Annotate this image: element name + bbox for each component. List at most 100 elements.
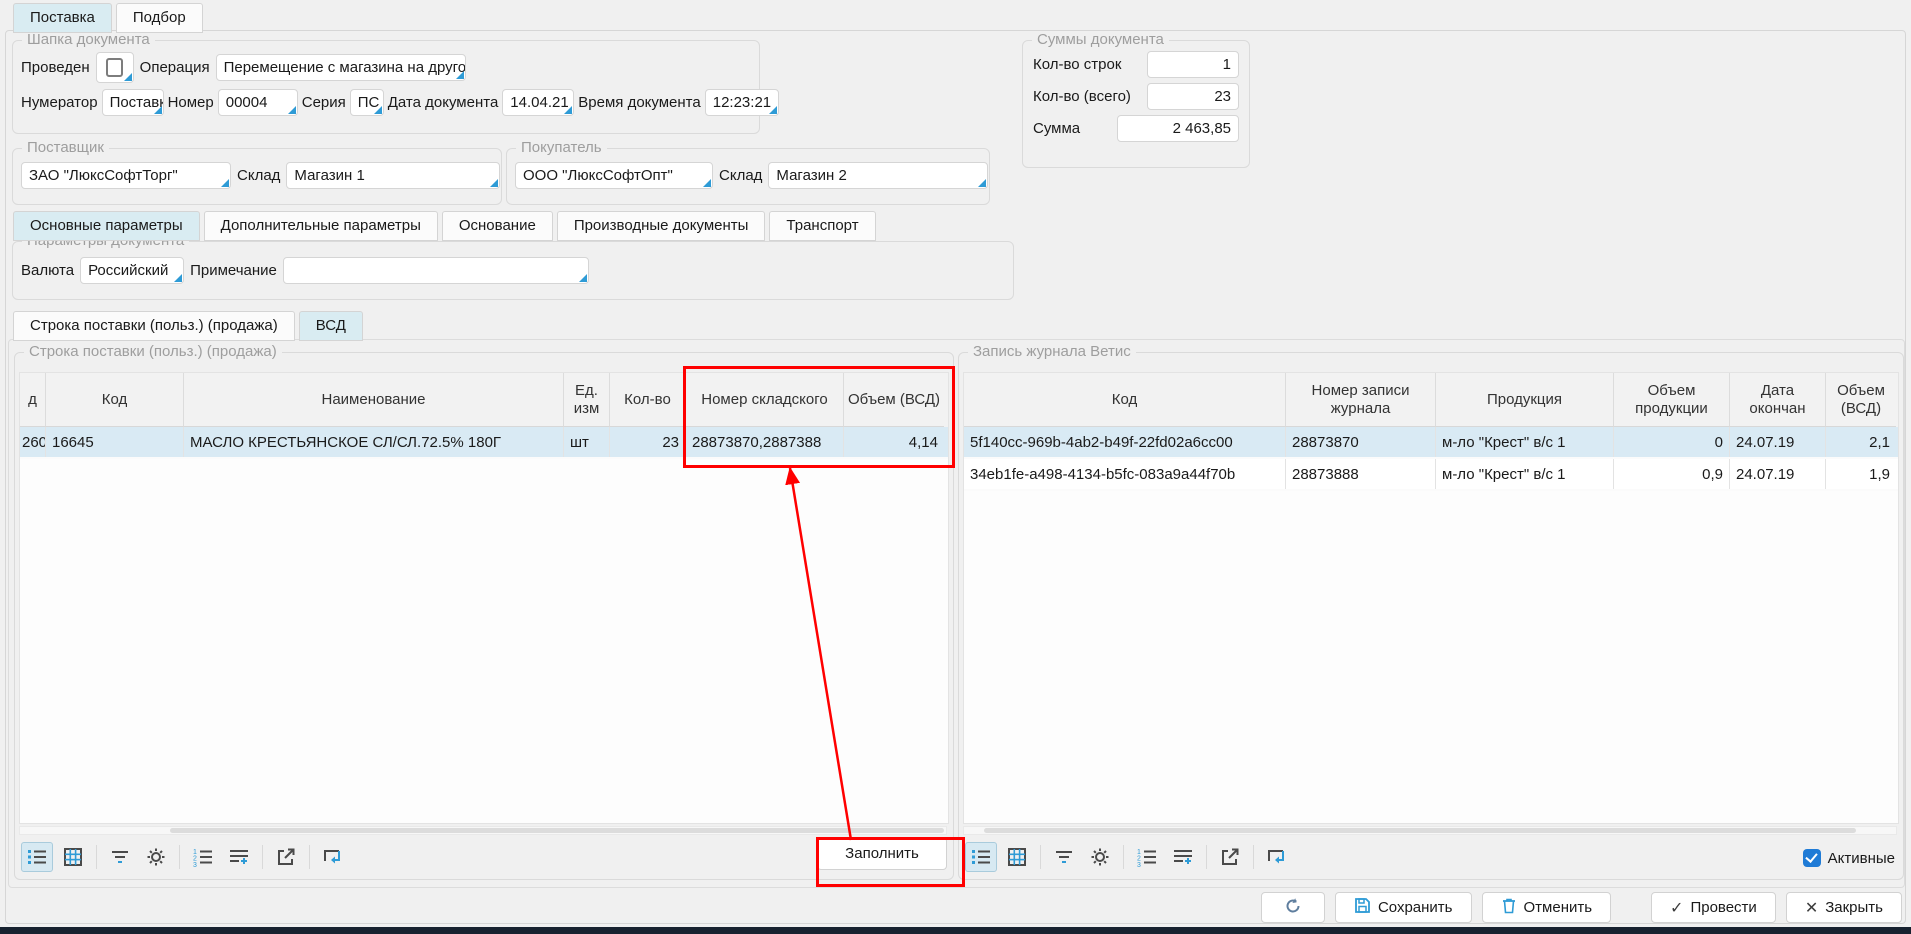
table-row[interactable]: 5f140cc-969b-4ab2-b49f-22fd02a6cc00 2887… xyxy=(964,427,1898,459)
currency-input[interactable]: Российский xyxy=(80,257,184,284)
buyer-warehouse-input[interactable]: Магазин 2 xyxy=(768,162,988,189)
conduct-button[interactable]: ✓ Провести xyxy=(1651,892,1776,923)
toolbar-separator xyxy=(309,845,310,869)
numerator-input[interactable]: Поставки xyxy=(102,89,164,116)
column-header[interactable]: Объем (ВСД) xyxy=(1826,373,1896,427)
active-checkbox-label: Активные xyxy=(1828,850,1895,867)
proveden-label: Проведен xyxy=(21,59,90,76)
column-header[interactable]: Код xyxy=(46,373,184,427)
close-button[interactable]: ✕ Закрыть xyxy=(1786,892,1902,923)
gear-icon[interactable] xyxy=(1084,842,1116,872)
cancel-button[interactable]: Отменить xyxy=(1482,892,1612,923)
grid-icon[interactable] xyxy=(57,842,89,872)
cell-volume-vsd: 2,1 xyxy=(1826,427,1896,457)
scrollbar-thumb[interactable] xyxy=(170,828,944,833)
column-header[interactable]: Кол-во xyxy=(610,373,686,427)
list-view-icon[interactable] xyxy=(965,842,997,872)
toolbar-separator xyxy=(179,845,180,869)
top-tabbar: Поставка Подбор xyxy=(13,3,203,33)
cell-code: 16645 xyxy=(46,427,184,457)
window-bottom-edge xyxy=(0,927,1911,934)
tab-basis[interactable]: Основание xyxy=(442,211,553,241)
column-header[interactable]: Номер записи журнала xyxy=(1286,373,1436,427)
horizontal-scrollbar[interactable] xyxy=(19,826,947,835)
buyer-org-input[interactable]: ООО "ЛюксСофтОпт" xyxy=(515,162,713,189)
toolbar-separator xyxy=(1253,845,1254,869)
gear-icon[interactable] xyxy=(140,842,172,872)
tab-vsd[interactable]: ВСД xyxy=(299,311,363,341)
list-view-icon[interactable] xyxy=(21,842,53,872)
rows-count-label: Кол-во строк xyxy=(1033,56,1121,73)
column-header[interactable]: Объем (ВСД) xyxy=(844,373,944,427)
checkmark-icon: ✓ xyxy=(1670,898,1683,918)
sum-label: Сумма xyxy=(1033,120,1080,137)
sums-groupbox: Суммы документа Кол-во строк 1 Кол-во (в… xyxy=(1022,40,1250,168)
column-header[interactable]: Ед. изм xyxy=(564,373,610,427)
tab-transport[interactable]: Транспорт xyxy=(769,211,875,241)
table-row[interactable]: 260 16645 МАСЛО КРЕСТЬЯНСКОЕ СЛ/СЛ.72.5%… xyxy=(20,427,948,459)
bottom-action-bar: Сохранить Отменить ✓ Провести ✕ Закрыть xyxy=(1261,892,1902,923)
column-header[interactable]: Дата окончан xyxy=(1730,373,1826,427)
column-header[interactable]: Номер складского xyxy=(686,373,844,427)
open-external-icon[interactable] xyxy=(270,842,302,872)
numbered-list-icon[interactable]: 123 xyxy=(1131,842,1163,872)
filter-icon[interactable] xyxy=(1048,842,1080,872)
proveden-checkbox[interactable] xyxy=(96,52,134,83)
vetis-journal-groupbox: Запись журнала Ветис Код Номер записи жу… xyxy=(958,352,1904,880)
numbered-list-icon[interactable]: 123 xyxy=(187,842,219,872)
conduct-button-label: Провести xyxy=(1690,899,1756,916)
column-header[interactable]: Код xyxy=(964,373,1286,427)
column-header[interactable]: Продукция xyxy=(1436,373,1614,427)
toolbar-separator xyxy=(96,845,97,869)
rows-count-input[interactable]: 1 xyxy=(1147,51,1239,78)
doc-time-input[interactable]: 12:23:21 xyxy=(705,89,779,116)
sum-input[interactable]: 2 463,85 xyxy=(1117,115,1239,142)
table-row[interactable]: 34eb1fe-a498-4134-b5fc-083a9a44f70b 2887… xyxy=(964,459,1898,491)
numerator-label: Нумератор xyxy=(21,94,98,111)
active-checkbox[interactable] xyxy=(1803,849,1821,867)
number-input[interactable]: 00004 xyxy=(218,89,298,116)
tab-derived-docs[interactable]: Производные документы xyxy=(557,211,766,241)
cell-guid: 5f140cc-969b-4ab2-b49f-22fd02a6cc00 xyxy=(964,427,1286,457)
trash-icon xyxy=(1501,897,1517,918)
tab-main-params[interactable]: Основные параметры xyxy=(13,211,200,241)
column-header[interactable]: д xyxy=(20,373,46,427)
save-button-label: Сохранить xyxy=(1378,899,1453,916)
refill-icon[interactable] xyxy=(1261,842,1293,872)
cell-guid: 34eb1fe-a498-4134-b5fc-083a9a44f70b xyxy=(964,459,1286,489)
header-groupbox: Шапка документа Проведен Операция Переме… xyxy=(12,40,760,134)
tab-additional-params[interactable]: Дополнительные параметры xyxy=(204,211,438,241)
qty-total-input[interactable]: 23 xyxy=(1147,83,1239,110)
column-header[interactable]: Объем продукции xyxy=(1614,373,1730,427)
horizontal-scrollbar[interactable] xyxy=(963,826,1897,835)
tab-podbor[interactable]: Подбор xyxy=(116,3,203,33)
grid-icon[interactable] xyxy=(1001,842,1033,872)
add-rows-icon[interactable] xyxy=(223,842,255,872)
tab-supply-line[interactable]: Строка поставки (польз.) (продажа) xyxy=(13,311,295,341)
open-external-icon[interactable] xyxy=(1214,842,1246,872)
supplier-warehouse-label: Склад xyxy=(237,167,280,184)
save-button[interactable]: Сохранить xyxy=(1335,892,1472,923)
refresh-button[interactable] xyxy=(1261,892,1325,923)
buyer-groupbox: Покупатель ООО "ЛюксСофтОпт" Склад Магаз… xyxy=(506,148,990,205)
right-table-toolbar: 123 xyxy=(965,842,1293,872)
tab-postavka[interactable]: Поставка xyxy=(13,3,112,33)
doc-date-input[interactable]: 14.04.21 xyxy=(502,89,574,116)
active-filter[interactable]: Активные xyxy=(1803,849,1895,867)
add-rows-icon[interactable] xyxy=(1167,842,1199,872)
cell-product: м-ло "Крест" в/с 1 xyxy=(1436,459,1614,489)
supplier-org-input[interactable]: ЗАО "ЛюксСофтТорг" xyxy=(21,162,231,189)
filter-icon[interactable] xyxy=(104,842,136,872)
supplier-warehouse-input[interactable]: Магазин 1 xyxy=(286,162,500,189)
series-input[interactable]: ПС xyxy=(350,89,384,116)
vetis-header-row: Код Номер записи журнала Продукция Объем… xyxy=(964,373,1898,427)
refill-icon[interactable] xyxy=(317,842,349,872)
cell-end-date: 24.07.19 xyxy=(1730,427,1826,457)
operation-input[interactable]: Перемещение с магазина на другой xyxy=(216,54,466,81)
scrollbar-thumb[interactable] xyxy=(984,828,1856,833)
toolbar-separator xyxy=(1123,845,1124,869)
note-input[interactable] xyxy=(283,257,589,284)
column-header[interactable]: Наименование xyxy=(184,373,564,427)
fill-button[interactable]: Заполнить xyxy=(817,837,947,870)
refresh-icon xyxy=(1284,897,1302,919)
